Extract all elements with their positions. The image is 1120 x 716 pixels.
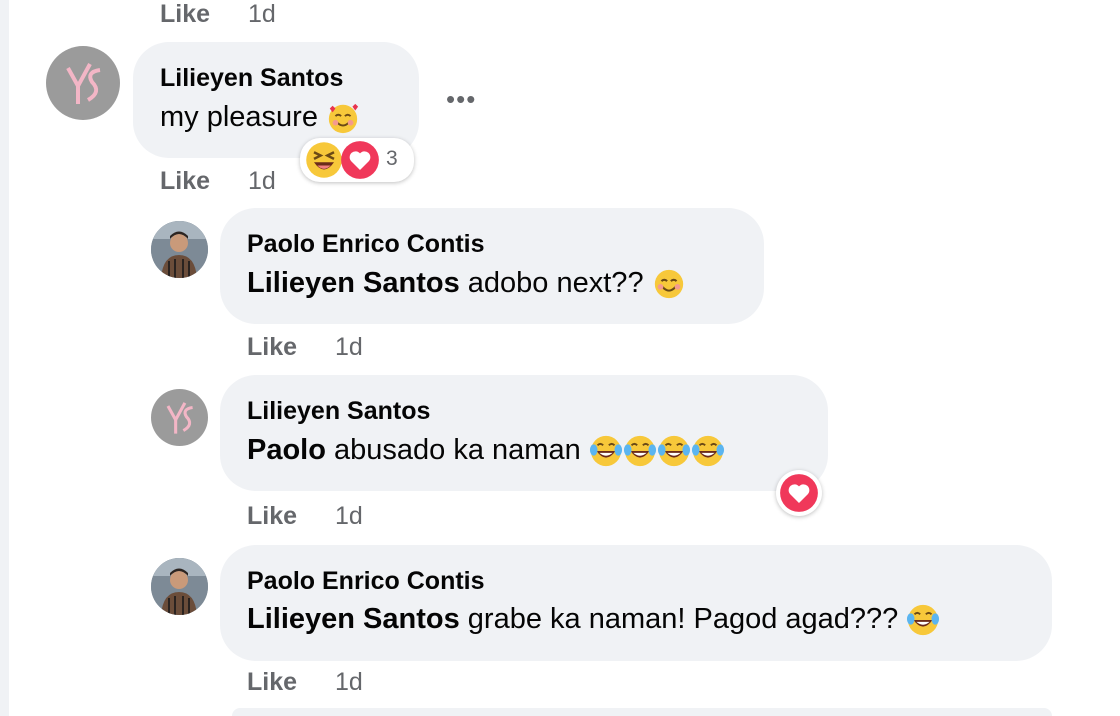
- tears-of-joy-icon: [906, 603, 940, 637]
- avatar[interactable]: [46, 46, 120, 120]
- reaction-summary[interactable]: [776, 470, 822, 516]
- tears-of-joy-icon: [657, 434, 691, 468]
- comment-author[interactable]: Lilieyen Santos: [160, 64, 343, 93]
- like-button[interactable]: Like: [160, 0, 210, 29]
- comment-text: Lilieyen Santos adobo next??: [247, 267, 686, 301]
- smiling-face-with-hearts-icon: [328, 104, 359, 134]
- comment-body: grabe ka naman! Pagod agad???: [467, 603, 899, 635]
- comment-time[interactable]: 1d: [248, 167, 276, 196]
- comment-bubble: [220, 375, 828, 491]
- like-button[interactable]: Like: [160, 167, 210, 196]
- avatar[interactable]: [151, 558, 208, 615]
- avatar[interactable]: [151, 389, 208, 446]
- more-options-icon[interactable]: •••: [446, 84, 476, 115]
- profile-photo-icon: [151, 558, 208, 615]
- mention-link[interactable]: Lilieyen Santos: [247, 603, 460, 635]
- avatar[interactable]: [151, 221, 208, 278]
- comment-text: Lilieyen Santos grabe ka naman! Pagod ag…: [247, 603, 940, 637]
- like-button[interactable]: Like: [247, 668, 297, 697]
- laughing-face-icon: [306, 142, 342, 178]
- comment-time[interactable]: 1d: [335, 502, 363, 531]
- comment-time[interactable]: 1d: [335, 668, 363, 697]
- tears-of-joy-icon: [623, 434, 657, 468]
- profile-photo-icon: [151, 221, 208, 278]
- mention-link[interactable]: Lilieyen Santos: [247, 267, 460, 299]
- reaction-count: 3: [386, 147, 398, 170]
- comment-author[interactable]: Lilieyen Santos: [247, 397, 430, 426]
- comment-text: my pleasure: [160, 101, 360, 135]
- avatar-monogram-icon: [166, 402, 193, 434]
- heart-icon: [779, 473, 819, 513]
- avatar-monogram-icon: [66, 63, 101, 104]
- comment-bubble: [220, 208, 764, 324]
- mention-link[interactable]: Paolo: [247, 434, 326, 466]
- tears-of-joy-icon: [691, 434, 725, 468]
- comment-bubble: [232, 708, 1052, 716]
- comment-author[interactable]: Paolo Enrico Contis: [247, 230, 485, 259]
- heart-icon: [340, 140, 380, 180]
- comment-body: my pleasure: [160, 101, 318, 133]
- comment-author[interactable]: Paolo Enrico Contis: [247, 567, 485, 596]
- like-button[interactable]: Like: [247, 333, 297, 362]
- comment-body: adobo next??: [467, 267, 644, 299]
- reaction-summary[interactable]: 3: [300, 138, 414, 182]
- tears-of-joy-icon: [589, 434, 623, 468]
- comment-text: Paolo abusado ka naman: [247, 434, 725, 468]
- smiling-face-icon: [654, 270, 683, 299]
- comment-time[interactable]: 1d: [248, 0, 276, 29]
- like-button[interactable]: Like: [247, 502, 297, 531]
- thread-line: [0, 0, 9, 716]
- comment-body: abusado ka naman: [334, 434, 581, 466]
- comment-time[interactable]: 1d: [335, 333, 363, 362]
